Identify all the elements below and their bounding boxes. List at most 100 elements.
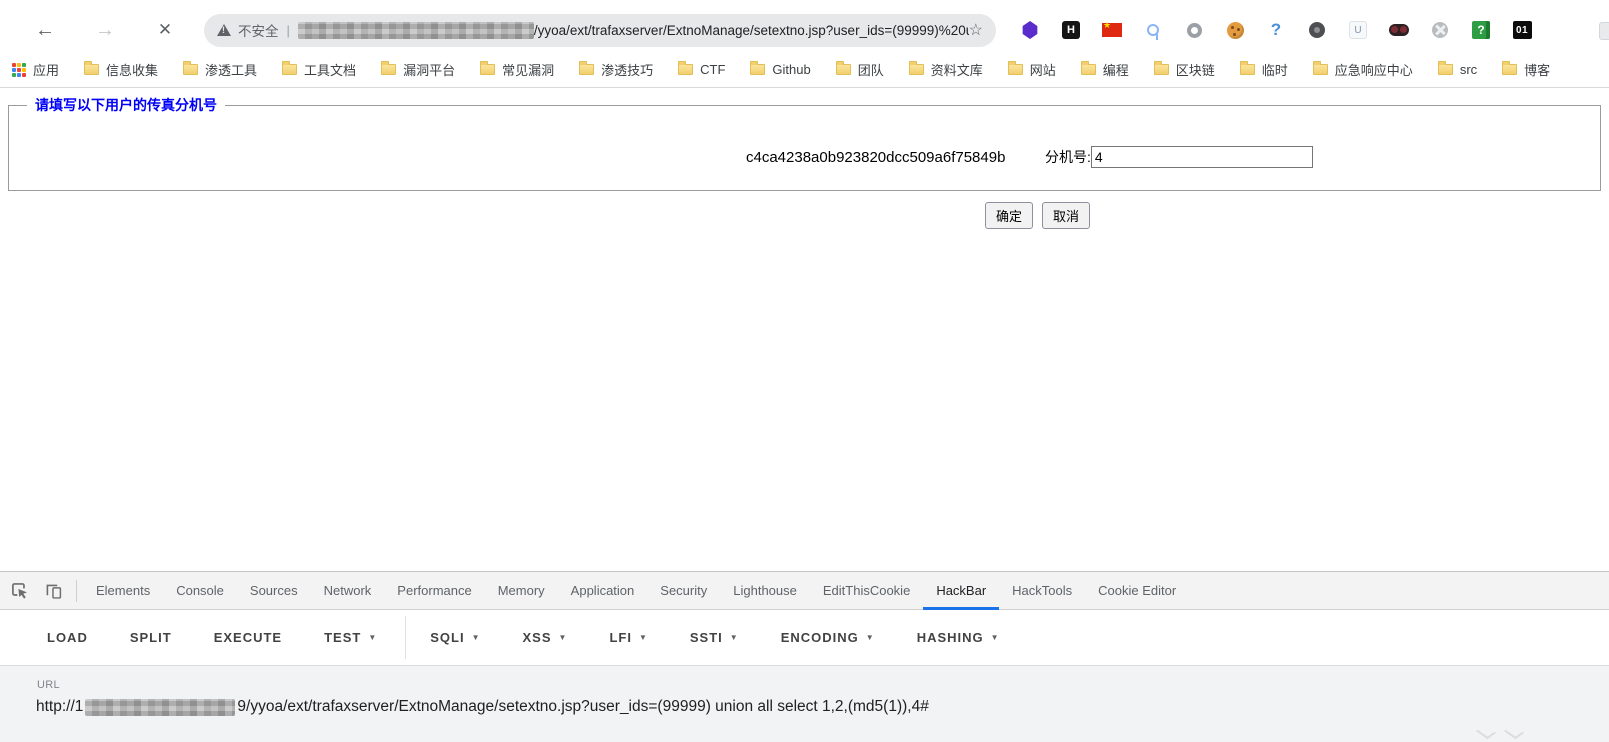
hackbar-divider bbox=[405, 616, 406, 659]
tab-elements[interactable]: Elements bbox=[83, 572, 163, 610]
bookmark-folder-label: Github bbox=[772, 62, 810, 77]
bookmark-folder[interactable]: CTF bbox=[678, 62, 725, 77]
tab-hackbar[interactable]: HackBar bbox=[923, 572, 999, 610]
bookmark-folder[interactable]: 工具文档 bbox=[282, 60, 356, 79]
tab-lighthouse[interactable]: Lighthouse bbox=[720, 572, 810, 610]
stop-button[interactable]: ✕ bbox=[148, 20, 182, 40]
apps-grid-icon bbox=[12, 63, 26, 77]
folder-icon bbox=[750, 64, 765, 75]
tab-network[interactable]: Network bbox=[311, 572, 385, 610]
back-button[interactable]: ← bbox=[28, 19, 62, 42]
tabbar-separator bbox=[76, 580, 77, 602]
hackbar-sqli-menu[interactable]: SQLI▼ bbox=[430, 630, 480, 645]
browser-window: ← → ✕ 不安全 | /yyoa/ext/trafaxserver/Extno… bbox=[0, 0, 1609, 742]
folder-icon bbox=[480, 64, 495, 75]
cookie-extension-icon[interactable] bbox=[1225, 20, 1245, 40]
bookmark-folder[interactable]: Github bbox=[750, 62, 810, 77]
extension-number-input[interactable] bbox=[1091, 146, 1313, 168]
hackbar-ssti-menu[interactable]: SSTI▼ bbox=[690, 630, 739, 645]
purple-diamond-extension-icon[interactable] bbox=[1020, 20, 1040, 40]
chevron-down-icon: ▼ bbox=[368, 633, 377, 642]
bookmark-folder[interactable]: 渗透技巧 bbox=[579, 60, 653, 79]
tab-security[interactable]: Security bbox=[647, 572, 720, 610]
apps-shortcut[interactable]: 应用 bbox=[12, 60, 59, 79]
cancel-button[interactable]: 取消 bbox=[1042, 202, 1090, 229]
bookmark-folder-label: 博客 bbox=[1524, 60, 1550, 79]
folder-icon bbox=[1438, 64, 1453, 75]
folder-icon bbox=[579, 64, 594, 75]
ok-button[interactable]: 确定 bbox=[985, 202, 1033, 229]
bookmark-folder[interactable]: src bbox=[1438, 62, 1477, 77]
hackbar-xss-menu[interactable]: XSS▼ bbox=[523, 630, 568, 645]
tab-editthiscookie[interactable]: EditThisCookie bbox=[810, 572, 923, 610]
chevron-down-icon: ▼ bbox=[866, 633, 875, 642]
clipped-extension-icon bbox=[1599, 22, 1609, 40]
bookmark-folder[interactable]: 漏洞平台 bbox=[381, 60, 455, 79]
h-extension-icon[interactable]: H bbox=[1061, 20, 1081, 40]
bookmark-folder-label: 区块链 bbox=[1176, 60, 1215, 79]
u-extension-icon[interactable]: U bbox=[1348, 20, 1368, 40]
inspect-element-icon[interactable] bbox=[2, 572, 36, 609]
bookmark-folder[interactable]: 资料文库 bbox=[909, 60, 983, 79]
bookmark-folder[interactable]: 团队 bbox=[836, 60, 884, 79]
question-mark-extension-icon[interactable]: ? bbox=[1266, 20, 1286, 40]
bookmark-folder[interactable]: 网站 bbox=[1008, 60, 1056, 79]
folder-icon bbox=[1008, 64, 1023, 75]
bookmark-folder[interactable]: 应急响应中心 bbox=[1313, 60, 1413, 79]
bookmark-folder-label: 工具文档 bbox=[304, 60, 356, 79]
url-prefix: http://1 bbox=[36, 698, 83, 716]
forward-button[interactable]: → bbox=[88, 19, 122, 42]
tab-memory[interactable]: Memory bbox=[485, 572, 558, 610]
tab-application[interactable]: Application bbox=[558, 572, 648, 610]
bookmark-folder[interactable]: 渗透工具 bbox=[183, 60, 257, 79]
bookmark-folder[interactable]: 临时 bbox=[1240, 60, 1288, 79]
browser-toolbar: ← → ✕ 不安全 | /yyoa/ext/trafaxserver/Extno… bbox=[0, 8, 1609, 52]
bookmark-folder[interactable]: 编程 bbox=[1081, 60, 1129, 79]
bookmark-folder-label: 临时 bbox=[1262, 60, 1288, 79]
tab-hacktools[interactable]: HackTools bbox=[999, 572, 1085, 610]
bookmark-star-icon[interactable]: ☆ bbox=[969, 20, 983, 40]
bookmark-folder[interactable]: 区块链 bbox=[1154, 60, 1215, 79]
address-separator: | bbox=[287, 23, 290, 38]
gray-ring-extension-icon[interactable] bbox=[1184, 20, 1204, 40]
green-extension-icon[interactable]: ? bbox=[1471, 20, 1491, 40]
hackbar-split-button[interactable]: SPLIT bbox=[130, 630, 172, 645]
bookmark-folder-label: 渗透工具 bbox=[205, 60, 257, 79]
gear-extension-icon[interactable] bbox=[1307, 20, 1327, 40]
bookmark-folder-label: 信息收集 bbox=[106, 60, 158, 79]
china-flag-extension-icon[interactable] bbox=[1102, 20, 1122, 40]
hackbar-hashing-menu[interactable]: HASHING▼ bbox=[917, 630, 1000, 645]
address-bar[interactable]: 不安全 | /yyoa/ext/trafaxserver/ExtnoManage… bbox=[204, 14, 996, 47]
tab-sources[interactable]: Sources bbox=[237, 572, 311, 610]
tab-console[interactable]: Console bbox=[163, 572, 237, 610]
form-buttons: 确定 取消 bbox=[985, 202, 1090, 229]
mask-extension-icon[interactable] bbox=[1389, 20, 1409, 40]
blue-ring-extension-icon[interactable] bbox=[1143, 20, 1163, 40]
hackbar-load-button[interactable]: LOAD bbox=[47, 630, 88, 645]
chevron-down-icon: ▼ bbox=[730, 633, 739, 642]
device-toolbar-icon[interactable] bbox=[36, 572, 70, 609]
folder-icon bbox=[909, 64, 924, 75]
url-field-value[interactable]: http://1 9/yyoa/ext/trafaxserver/ExtnoMa… bbox=[36, 698, 929, 716]
bookmark-folder[interactable]: 常见漏洞 bbox=[480, 60, 554, 79]
binary-01-extension-icon[interactable]: 01 bbox=[1512, 20, 1532, 40]
hackbar-execute-button[interactable]: EXECUTE bbox=[214, 630, 282, 645]
extension-number-row: 分机号: bbox=[1045, 146, 1313, 168]
not-secure-label: 不安全 bbox=[238, 20, 279, 40]
hackbar-encoding-menu[interactable]: ENCODING▼ bbox=[781, 630, 875, 645]
folder-icon bbox=[836, 64, 851, 75]
hackbar-lfi-menu[interactable]: LFI▼ bbox=[609, 630, 647, 645]
hackbar-url-panel: URL http://1 9/yyoa/ext/trafaxserver/Ext… bbox=[0, 665, 1609, 742]
folder-icon bbox=[1502, 64, 1517, 75]
bookmark-folder[interactable]: 博客 bbox=[1502, 60, 1550, 79]
tab-cookie-editor[interactable]: Cookie Editor bbox=[1085, 572, 1189, 610]
tab-performance[interactable]: Performance bbox=[384, 572, 484, 610]
devtools-panel: Elements Console Sources Network Perform… bbox=[0, 571, 1609, 742]
bookmark-folder[interactable]: 信息收集 bbox=[84, 60, 158, 79]
disabled-extension-icon[interactable] bbox=[1430, 20, 1450, 40]
hackbar-test-menu[interactable]: TEST▼ bbox=[324, 630, 377, 645]
bookmark-folder-label: 漏洞平台 bbox=[403, 60, 455, 79]
chevron-down-icon: ▼ bbox=[472, 633, 481, 642]
bookmark-folder-label: 常见漏洞 bbox=[502, 60, 554, 79]
url-payload: 9/yyoa/ext/trafaxserver/ExtnoManage/sete… bbox=[237, 698, 928, 716]
